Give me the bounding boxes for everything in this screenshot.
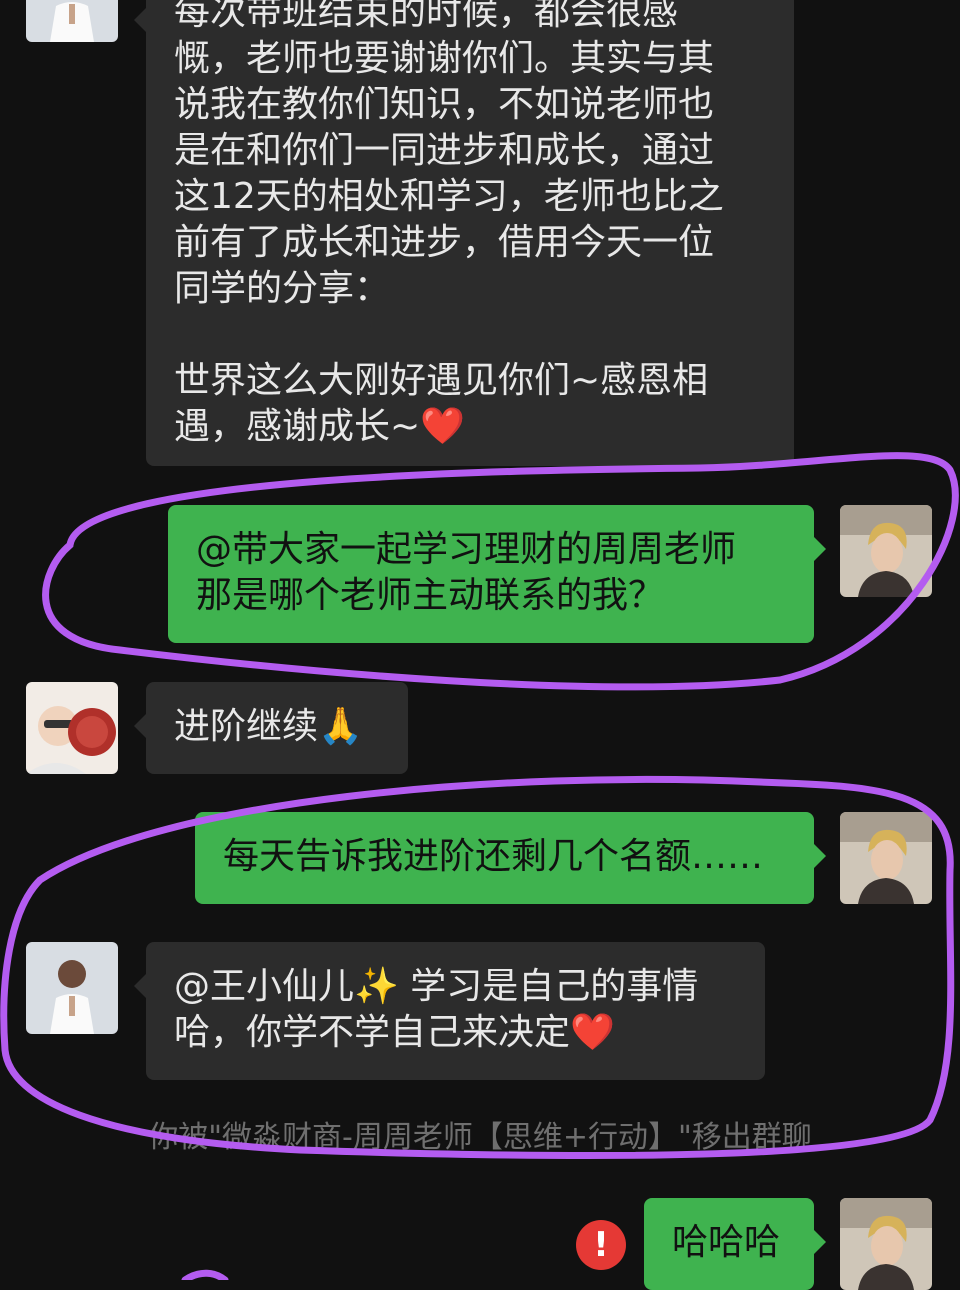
heart-icon: ❤️ bbox=[420, 406, 465, 447]
avatar-self[interactable] bbox=[840, 812, 932, 904]
avatar-friend[interactable] bbox=[26, 682, 118, 774]
message-line: 这12天的相处和学习，老师也比之 bbox=[174, 176, 724, 217]
message-bubble-incoming[interactable]: @王小仙儿✨ 学习是自己的事情 哈，你学不学自己来决定❤️ bbox=[134, 942, 765, 1080]
avatar-self[interactable] bbox=[840, 1198, 932, 1290]
message-line: @王小仙儿✨ 学习是自己的事情 bbox=[174, 966, 699, 1007]
message-line bbox=[174, 312, 766, 358]
exclamation-icon[interactable]: ! bbox=[576, 1220, 626, 1270]
message-line: 前有了成长和进步，借用今天一位 bbox=[174, 222, 715, 263]
message-bubble-outgoing[interactable]: 每天告诉我进阶还剩几个名额…… bbox=[195, 812, 826, 904]
message-bubble-incoming[interactable]: 进阶继续🙏 bbox=[134, 682, 408, 774]
message-line: 哈哈哈 bbox=[672, 1222, 781, 1263]
message-line: 进阶继续🙏 bbox=[174, 704, 380, 750]
avatar-teacher[interactable] bbox=[26, 0, 118, 42]
heart-icon: ❤️ bbox=[570, 1012, 615, 1053]
message-line: 说我在教你们知识，不如说老师也 bbox=[174, 84, 715, 125]
message-line: 同学的分享： bbox=[174, 268, 391, 309]
message-bubble-outgoing[interactable]: @带大家一起学习理财的周周老师 那是哪个老师主动联系的我？ bbox=[168, 505, 826, 643]
message-line: 那是哪个老师主动联系的我？ bbox=[196, 575, 665, 616]
message-bubble-incoming[interactable]: 每次带班结束的时候，都会很感 慨，老师也要谢谢你们。其实与其 说我在教你们知识，… bbox=[134, 0, 794, 466]
system-notice: 你被"微淼财商-周周老师【思维+行动】"移出群聊 bbox=[148, 1120, 812, 1155]
pray-icon: 🙏 bbox=[318, 706, 363, 747]
avatar-teacher[interactable] bbox=[26, 942, 118, 1034]
message-line-text: 进阶继续 bbox=[174, 706, 319, 747]
message-line: 世界这么大刚好遇见你们~感恩相 bbox=[174, 360, 709, 401]
message-line-text: 哈，你学不学自己来决定 bbox=[174, 1012, 571, 1053]
annotation-loop bbox=[181, 1269, 229, 1280]
message-line: 慨，老师也要谢谢你们。其实与其 bbox=[174, 38, 715, 79]
message-bubble-outgoing[interactable]: 哈哈哈 bbox=[644, 1198, 826, 1290]
avatar-self[interactable] bbox=[840, 505, 932, 597]
message-line: 是在和你们一同进步和成长，通过 bbox=[174, 130, 715, 171]
message-line: 哈，你学不学自己来决定❤️ bbox=[174, 1010, 737, 1056]
message-line-text: 遇，感谢成长~ bbox=[174, 406, 421, 447]
message-line: 遇，感谢成长~❤️ bbox=[174, 404, 766, 450]
message-line: 每次带班结束的时候，都会很感 bbox=[174, 0, 679, 33]
message-line: @带大家一起学习理财的周周老师 bbox=[196, 529, 737, 570]
message-line: 每天告诉我进阶还剩几个名额…… bbox=[223, 836, 764, 877]
